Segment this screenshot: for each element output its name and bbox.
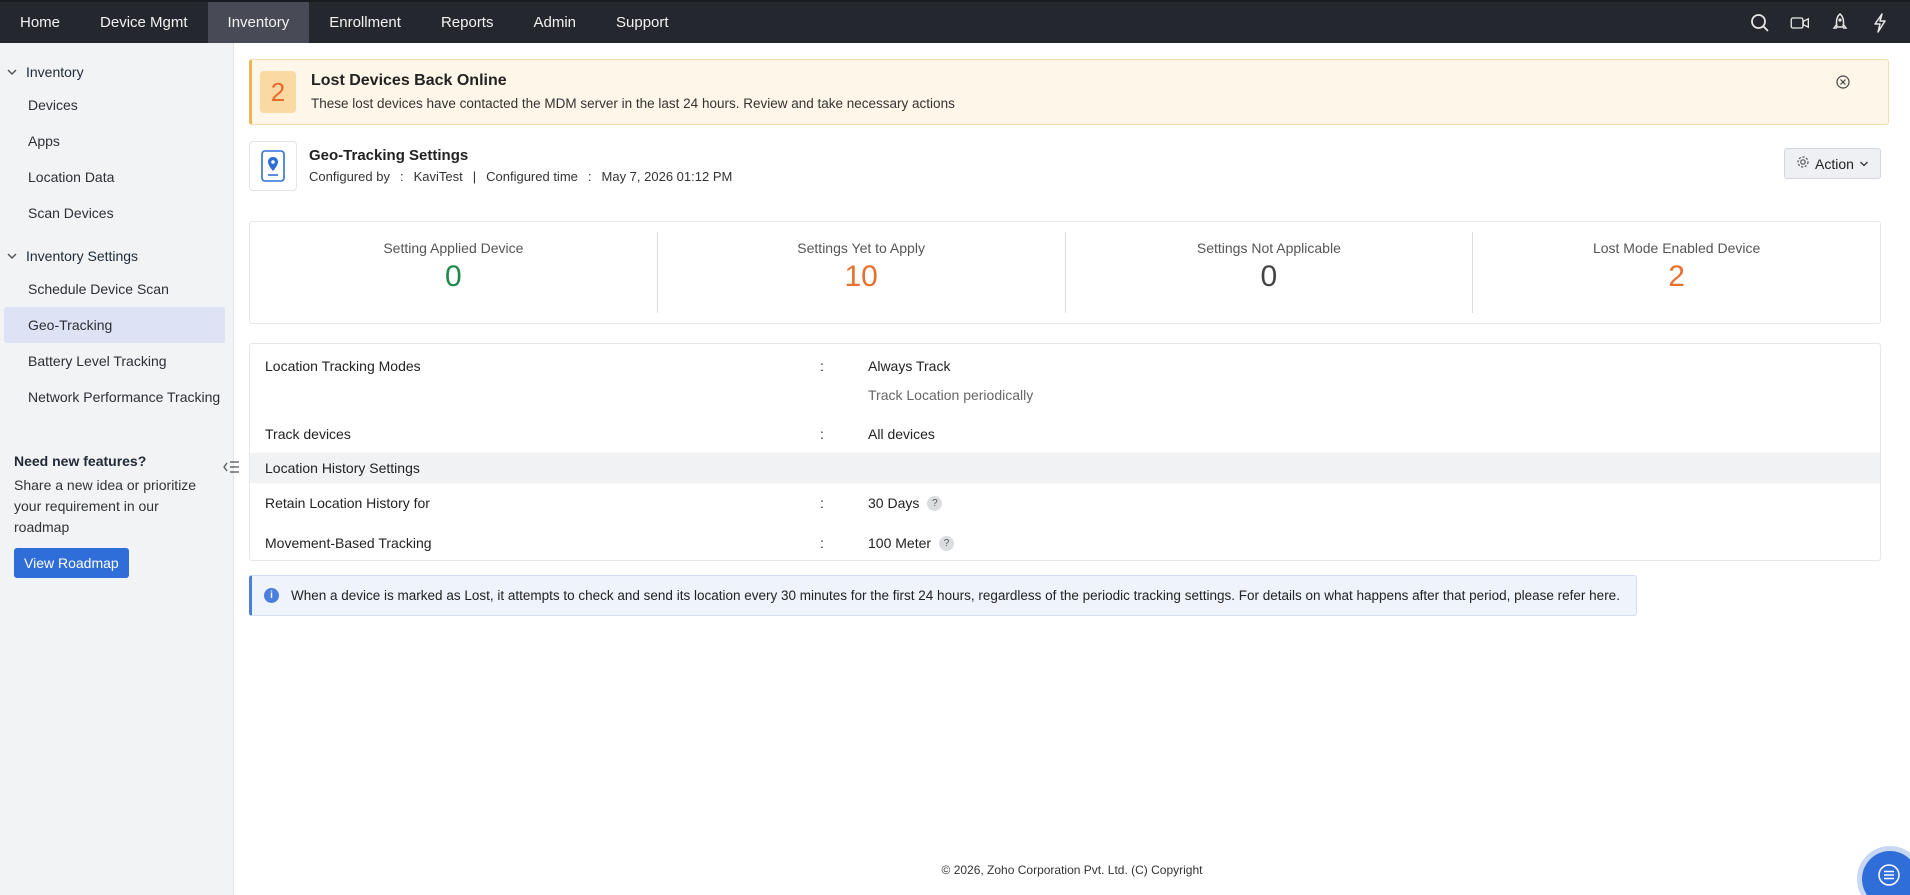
main-nav: Home Device Mgmt Inventory Enrollment Re… — [0, 2, 689, 43]
meta-divider: | — [472, 169, 477, 184]
promo-title: Need new features? — [14, 453, 147, 469]
detail-row-retain-history: Retain Location History for : 30 Days ? — [250, 495, 1880, 517]
settings-header: Geo-Tracking Settings Configured by: Kavi… — [249, 141, 1883, 195]
alert-title: Lost Devices Back Online — [311, 72, 507, 89]
detail-value: 30 Days — [868, 495, 920, 511]
action-label: Action — [1815, 155, 1854, 172]
detail-value: All devices — [868, 426, 935, 442]
sidebar-group-label: Inventory — [26, 64, 84, 80]
sidebar: Inventory Devices Apps Location Data Sca… — [0, 43, 239, 895]
nav-reports[interactable]: Reports — [421, 2, 514, 43]
settings-title: Geo-Tracking Settings — [309, 147, 469, 164]
sidebar-item-scan-devices[interactable]: Scan Devices — [4, 195, 225, 231]
search-icon[interactable] — [1750, 13, 1770, 33]
location-pin-icon — [249, 141, 297, 191]
collapse-sidebar-icon[interactable] — [222, 459, 239, 475]
sidebar-item-devices[interactable]: Devices — [4, 87, 225, 123]
nav-inventory[interactable]: Inventory — [207, 2, 310, 43]
nav-device-mgmt[interactable]: Device Mgmt — [80, 2, 208, 43]
settings-details: Location Tracking Modes : Always Track T… — [249, 343, 1881, 561]
lost-devices-alert: 2 Lost Devices Back Online These lost de… — [249, 59, 1889, 125]
lost-mode-info-banner: i When a device is marked as Lost, it at… — [249, 575, 1637, 616]
configured-by-value: KaviTest — [413, 169, 463, 184]
detail-value: 100 Meter — [868, 535, 932, 551]
sidebar-item-battery-level-tracking[interactable]: Battery Level Tracking — [4, 343, 225, 379]
sidebar-group-inventory-settings[interactable]: Inventory Settings — [0, 241, 233, 271]
stat-applied: Setting Applied Device 0 — [250, 232, 658, 313]
detail-row-tracking-modes: Location Tracking Modes : Always Track — [250, 358, 1880, 380]
nav-home[interactable]: Home — [0, 2, 80, 43]
info-icon: i — [264, 588, 279, 603]
configured-time-value: May 7, 2026 01:12 PM — [601, 169, 733, 184]
video-icon[interactable] — [1790, 13, 1810, 33]
close-icon[interactable] — [1835, 74, 1851, 90]
sidebar-item-geo-tracking[interactable]: Geo-Tracking — [4, 307, 225, 343]
detail-value-wrap: 30 Days ? — [868, 495, 943, 511]
help-icon[interactable]: ? — [927, 495, 943, 511]
stat-yet-to-apply: Settings Yet to Apply 10 — [658, 232, 1066, 313]
stat-value[interactable]: 0 — [445, 260, 462, 294]
menu-icon — [1878, 864, 1900, 891]
detail-separator: : — [820, 358, 824, 374]
info-text[interactable]: When a device is marked as Lost, it atte… — [291, 588, 1620, 603]
detail-row-track-devices: Track devices : All devices — [250, 426, 1880, 448]
sidebar-item-apps[interactable]: Apps — [4, 123, 225, 159]
stat-value[interactable]: 10 — [844, 260, 877, 294]
stat-label: Setting Applied Device — [383, 240, 524, 256]
bolt-icon[interactable] — [1870, 12, 1890, 33]
view-roadmap-button[interactable]: View Roadmap — [14, 548, 129, 578]
stat-not-applicable: Settings Not Applicable 0 — [1066, 232, 1474, 313]
sidebar-item-location-data[interactable]: Location Data — [4, 159, 225, 195]
detail-subvalue: Track Location periodically — [868, 387, 1034, 403]
chevron-down-icon — [6, 66, 18, 78]
configured-time-label: Configured time — [486, 169, 578, 184]
action-button[interactable]: Action — [1784, 148, 1881, 179]
chat-fab-button[interactable] — [1862, 851, 1910, 895]
chevron-down-icon — [1859, 156, 1869, 172]
stat-label: Lost Mode Enabled Device — [1592, 240, 1761, 256]
meta-separator: : — [587, 169, 592, 184]
detail-separator: : — [820, 495, 824, 511]
detail-key: Movement-Based Tracking — [265, 535, 432, 551]
detail-key: Track devices — [265, 426, 351, 442]
rocket-icon[interactable] — [1830, 12, 1850, 33]
stats-panel: Setting Applied Device 0 Settings Yet to… — [249, 221, 1881, 324]
sidebar-group-inventory[interactable]: Inventory — [0, 57, 233, 87]
stat-lost-mode: Lost Mode Enabled Device 2 — [1473, 232, 1880, 313]
settings-meta: Configured by: KaviTest | Configured time: M… — [309, 169, 742, 184]
detail-row-movement-tracking: Movement-Based Tracking : 100 Meter ? — [250, 535, 1880, 557]
detail-row-tracking-sub: Track Location periodically — [250, 387, 1880, 409]
alert-description: These lost devices have contacted the MD… — [311, 96, 955, 111]
footer-copyright: © 2026, Zoho Corporation Pvt. Ltd. (C) C… — [941, 863, 1203, 877]
sidebar-item-network-performance-tracking[interactable]: Network Performance Tracking — [4, 379, 225, 415]
nav-enrollment[interactable]: Enrollment — [309, 2, 421, 43]
sidebar-group-label: Inventory Settings — [26, 248, 139, 264]
configured-by-label: Configured by — [309, 169, 390, 184]
detail-value: Always Track — [868, 358, 951, 374]
nav-admin[interactable]: Admin — [513, 2, 596, 43]
stat-value[interactable]: 2 — [1668, 260, 1685, 294]
alert-count-badge: 2 — [260, 71, 296, 113]
stat-value[interactable]: 0 — [1261, 260, 1278, 294]
top-right-icons — [1750, 12, 1910, 33]
detail-key: Location Tracking Modes — [265, 358, 421, 374]
nav-support[interactable]: Support — [596, 2, 689, 43]
gear-icon — [1796, 155, 1810, 172]
detail-separator: : — [820, 535, 824, 551]
detail-key: Retain Location History for — [265, 495, 430, 511]
detail-separator: : — [820, 426, 824, 442]
sidebar-item-schedule-device-scan[interactable]: Schedule Device Scan — [4, 271, 225, 307]
stat-label: Settings Not Applicable — [1196, 240, 1341, 256]
promo-text: Share a new idea or prioritize your requ… — [14, 477, 197, 535]
help-icon[interactable]: ? — [939, 535, 955, 551]
detail-value-wrap: 100 Meter ? — [868, 535, 955, 551]
history-section-header: Location History Settings — [250, 453, 1880, 483]
stat-label: Settings Yet to Apply — [797, 240, 925, 256]
top-nav-bar: Home Device Mgmt Inventory Enrollment Re… — [0, 0, 1910, 43]
meta-separator: : — [399, 169, 404, 184]
chevron-down-icon — [6, 250, 18, 262]
feature-promo: Need new features? Share a new idea or p… — [14, 453, 214, 578]
